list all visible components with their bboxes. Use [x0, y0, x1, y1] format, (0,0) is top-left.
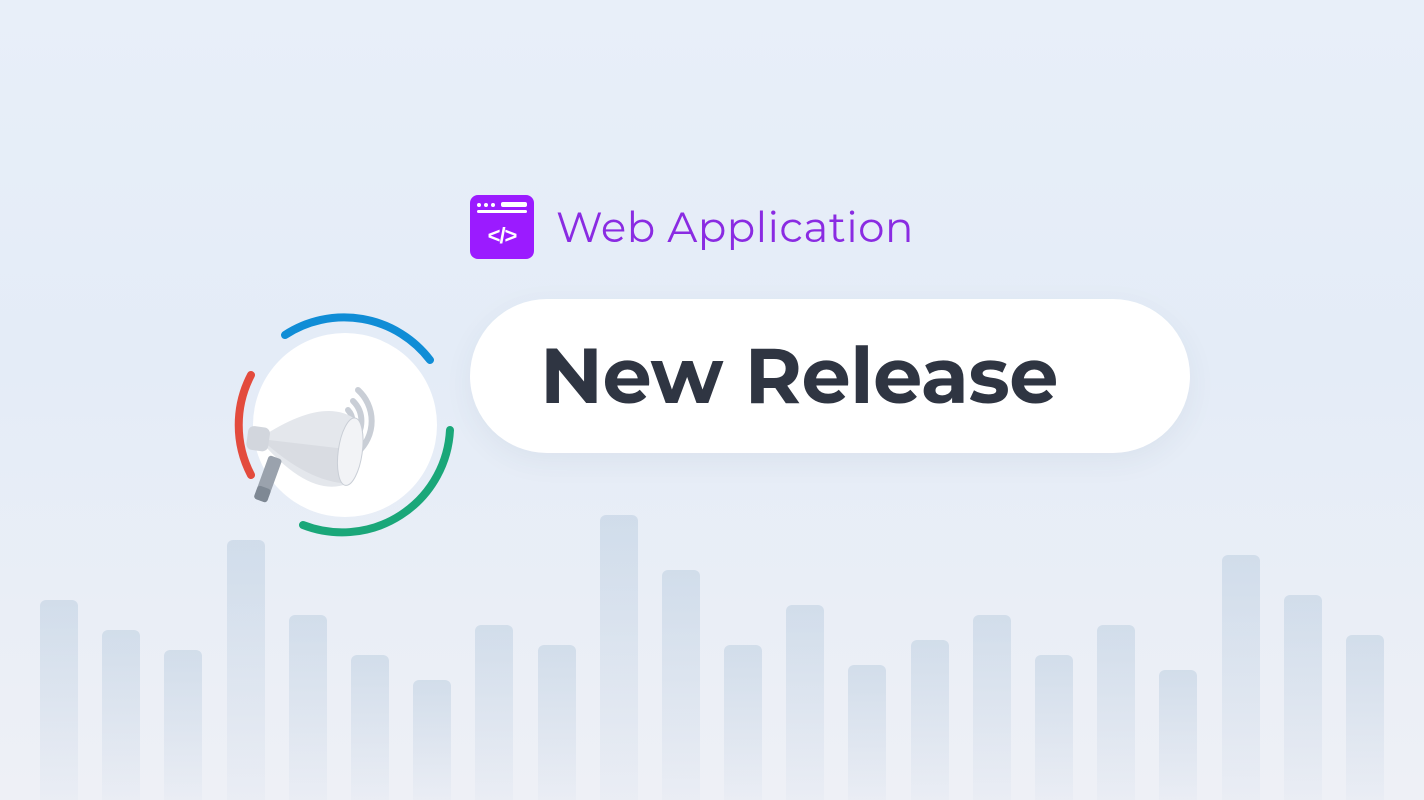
category-label: Web Application — [556, 201, 914, 253]
code-window-icon: </> — [470, 195, 534, 259]
background-bar — [662, 570, 700, 800]
background-bar — [1159, 670, 1197, 800]
background-bar — [475, 625, 513, 800]
headline-text: New Release — [540, 335, 1120, 417]
background-bar — [413, 680, 451, 800]
background-bar — [40, 600, 78, 800]
background-bar — [1222, 555, 1260, 800]
background-bar — [164, 650, 202, 800]
hero-content: </> Web Application New Release — [470, 195, 1344, 453]
background-bar — [351, 655, 389, 800]
background-bar — [227, 540, 265, 800]
background-bar — [724, 645, 762, 800]
background-bar — [1346, 635, 1384, 800]
background-bar — [1097, 625, 1135, 800]
announcement-badge — [215, 295, 475, 555]
background-bar — [102, 630, 140, 800]
megaphone-announcement-icon — [215, 295, 475, 555]
background-bar — [289, 615, 327, 800]
background-bar — [848, 665, 886, 800]
background-bar — [1035, 655, 1073, 800]
background-bar — [786, 605, 824, 800]
background-bar — [1284, 595, 1322, 800]
background-bar — [600, 515, 638, 800]
category-row: </> Web Application — [470, 195, 1344, 259]
background-bar — [911, 640, 949, 800]
headline-pill: New Release — [470, 299, 1190, 453]
background-bar — [538, 645, 576, 800]
background-bars — [0, 480, 1424, 800]
background-bar — [973, 615, 1011, 800]
